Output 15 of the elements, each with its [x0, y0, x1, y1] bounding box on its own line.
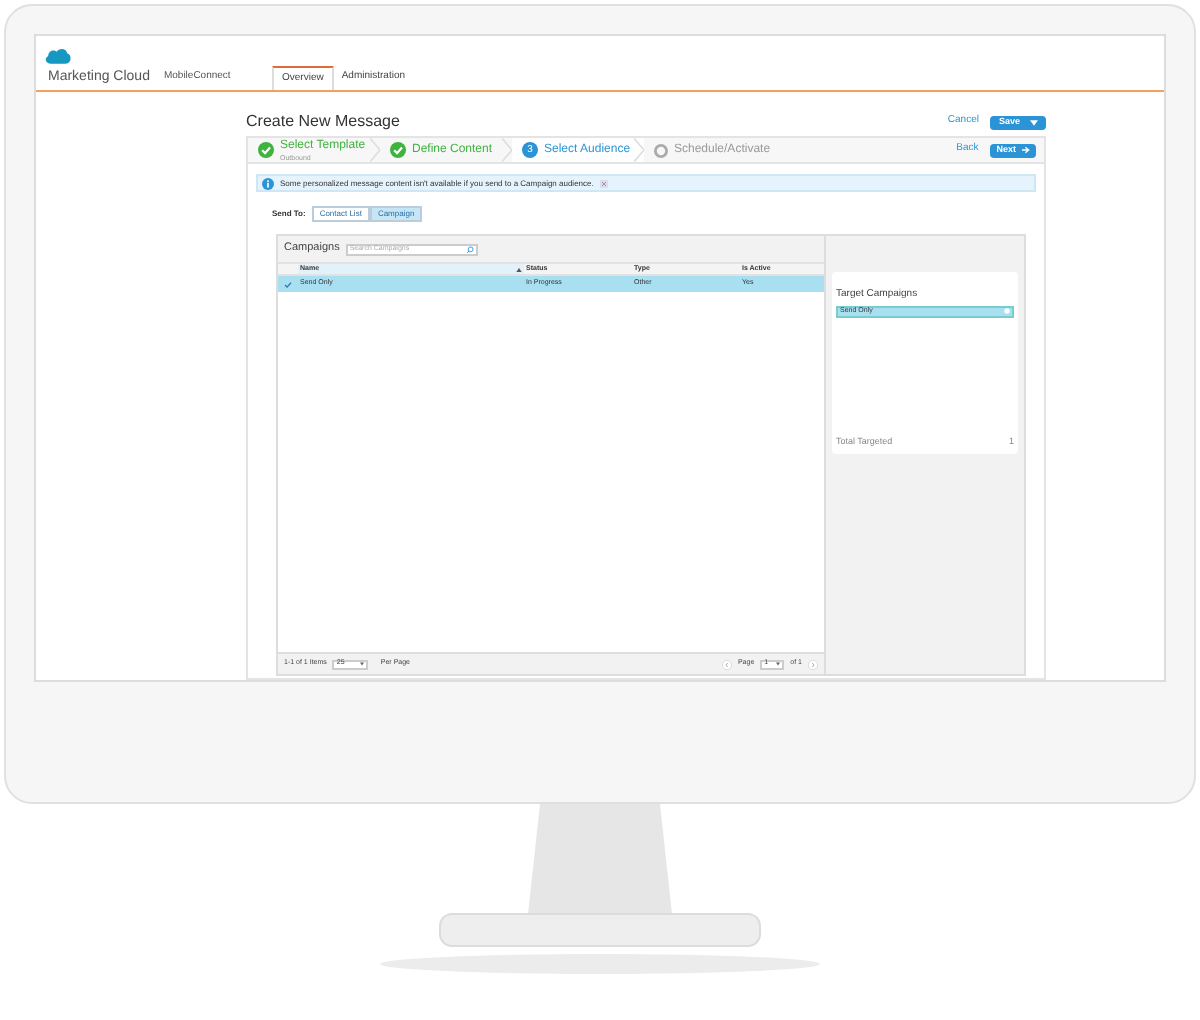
search-icon — [465, 245, 474, 253]
caret-icon — [776, 662, 781, 666]
checkmark-circle-icon — [390, 142, 406, 158]
cloud-logo-icon — [44, 46, 72, 66]
caret-icon — [360, 662, 365, 666]
checkmark-circle-icon — [258, 142, 274, 158]
next-page-icon[interactable] — [808, 659, 818, 669]
page-title: Create New Message — [246, 110, 400, 134]
circle-icon — [654, 143, 668, 157]
remove-icon[interactable] — [1004, 308, 1010, 314]
previous-page-icon[interactable] — [721, 659, 732, 669]
info-icon — [262, 177, 274, 189]
checkmark-icon — [284, 281, 292, 287]
arrow-right-icon — [1022, 146, 1030, 154]
caret-icon — [1030, 119, 1038, 125]
